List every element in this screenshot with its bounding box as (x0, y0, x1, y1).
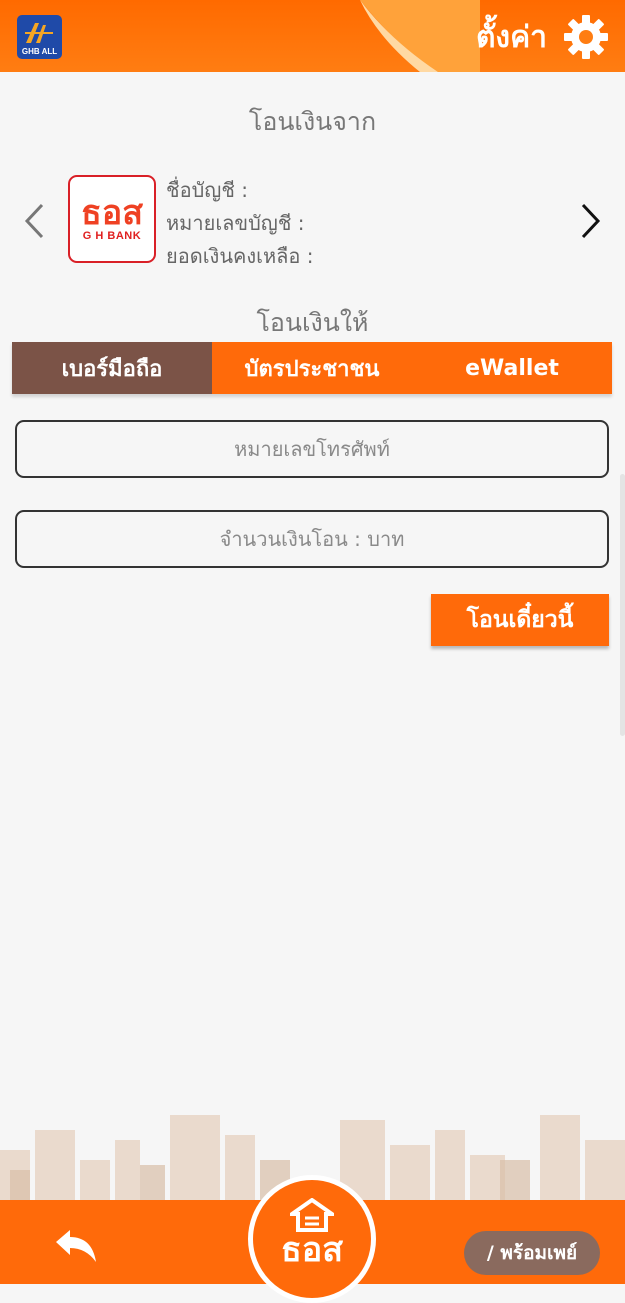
tab-mobile-number[interactable]: เบอร์มือถือ (12, 342, 212, 394)
back-arrow-icon[interactable] (52, 1228, 100, 1264)
promptpay-button[interactable]: / พร้อมเพย์ (464, 1231, 600, 1275)
transfer-to-title: โอนเงินให้ (256, 308, 369, 337)
transfer-now-button[interactable]: โอนเดี๋ยวนี้ (431, 594, 609, 646)
account-name-label: ชื่อบัญชี : (166, 178, 248, 202)
account-number-label: หมายเลขบัญชี : (166, 211, 305, 235)
tab-ewallet[interactable]: eWallet (412, 342, 612, 394)
chevron-right-icon[interactable] (579, 202, 603, 240)
bank-logo: ธอส G H BANK (68, 175, 156, 263)
bank-logo-main-text: ธอส (81, 193, 143, 233)
scrollbar[interactable] (620, 474, 625, 736)
house-icon (290, 1198, 334, 1232)
amount-placeholder: จำนวนเงินโอน : บาท (219, 527, 405, 551)
chevron-left-icon[interactable] (22, 202, 46, 240)
transfer-type-tabs: เบอร์มือถือ บัตรประชาชน eWallet (12, 342, 612, 394)
gear-icon[interactable] (563, 14, 609, 60)
ghb-all-logo-icon (25, 23, 53, 43)
amount-input[interactable]: จำนวนเงินโอน : บาท (15, 510, 609, 568)
phone-number-placeholder: หมายเลขโทรศัพท์ (234, 437, 390, 461)
page-curl-decoration (360, 0, 480, 72)
transfer-from-title: โอนเงินจาก (248, 107, 377, 136)
center-logo-text: ธอส (281, 1230, 343, 1270)
phone-number-input[interactable]: หมายเลขโทรศัพท์ (15, 420, 609, 478)
app-logo[interactable]: GHB ALL (17, 15, 62, 59)
top-bar: GHB ALL ตั้งค่า (0, 0, 625, 72)
balance-label: ยอดเงินคงเหลือ : (166, 244, 314, 268)
tab-citizen-id[interactable]: บัตรประชาชน (212, 342, 412, 394)
app-logo-text: GHB ALL (21, 47, 58, 56)
settings-label[interactable]: ตั้งค่า (476, 14, 547, 61)
bank-logo-sub-text: G H BANK (82, 230, 142, 242)
